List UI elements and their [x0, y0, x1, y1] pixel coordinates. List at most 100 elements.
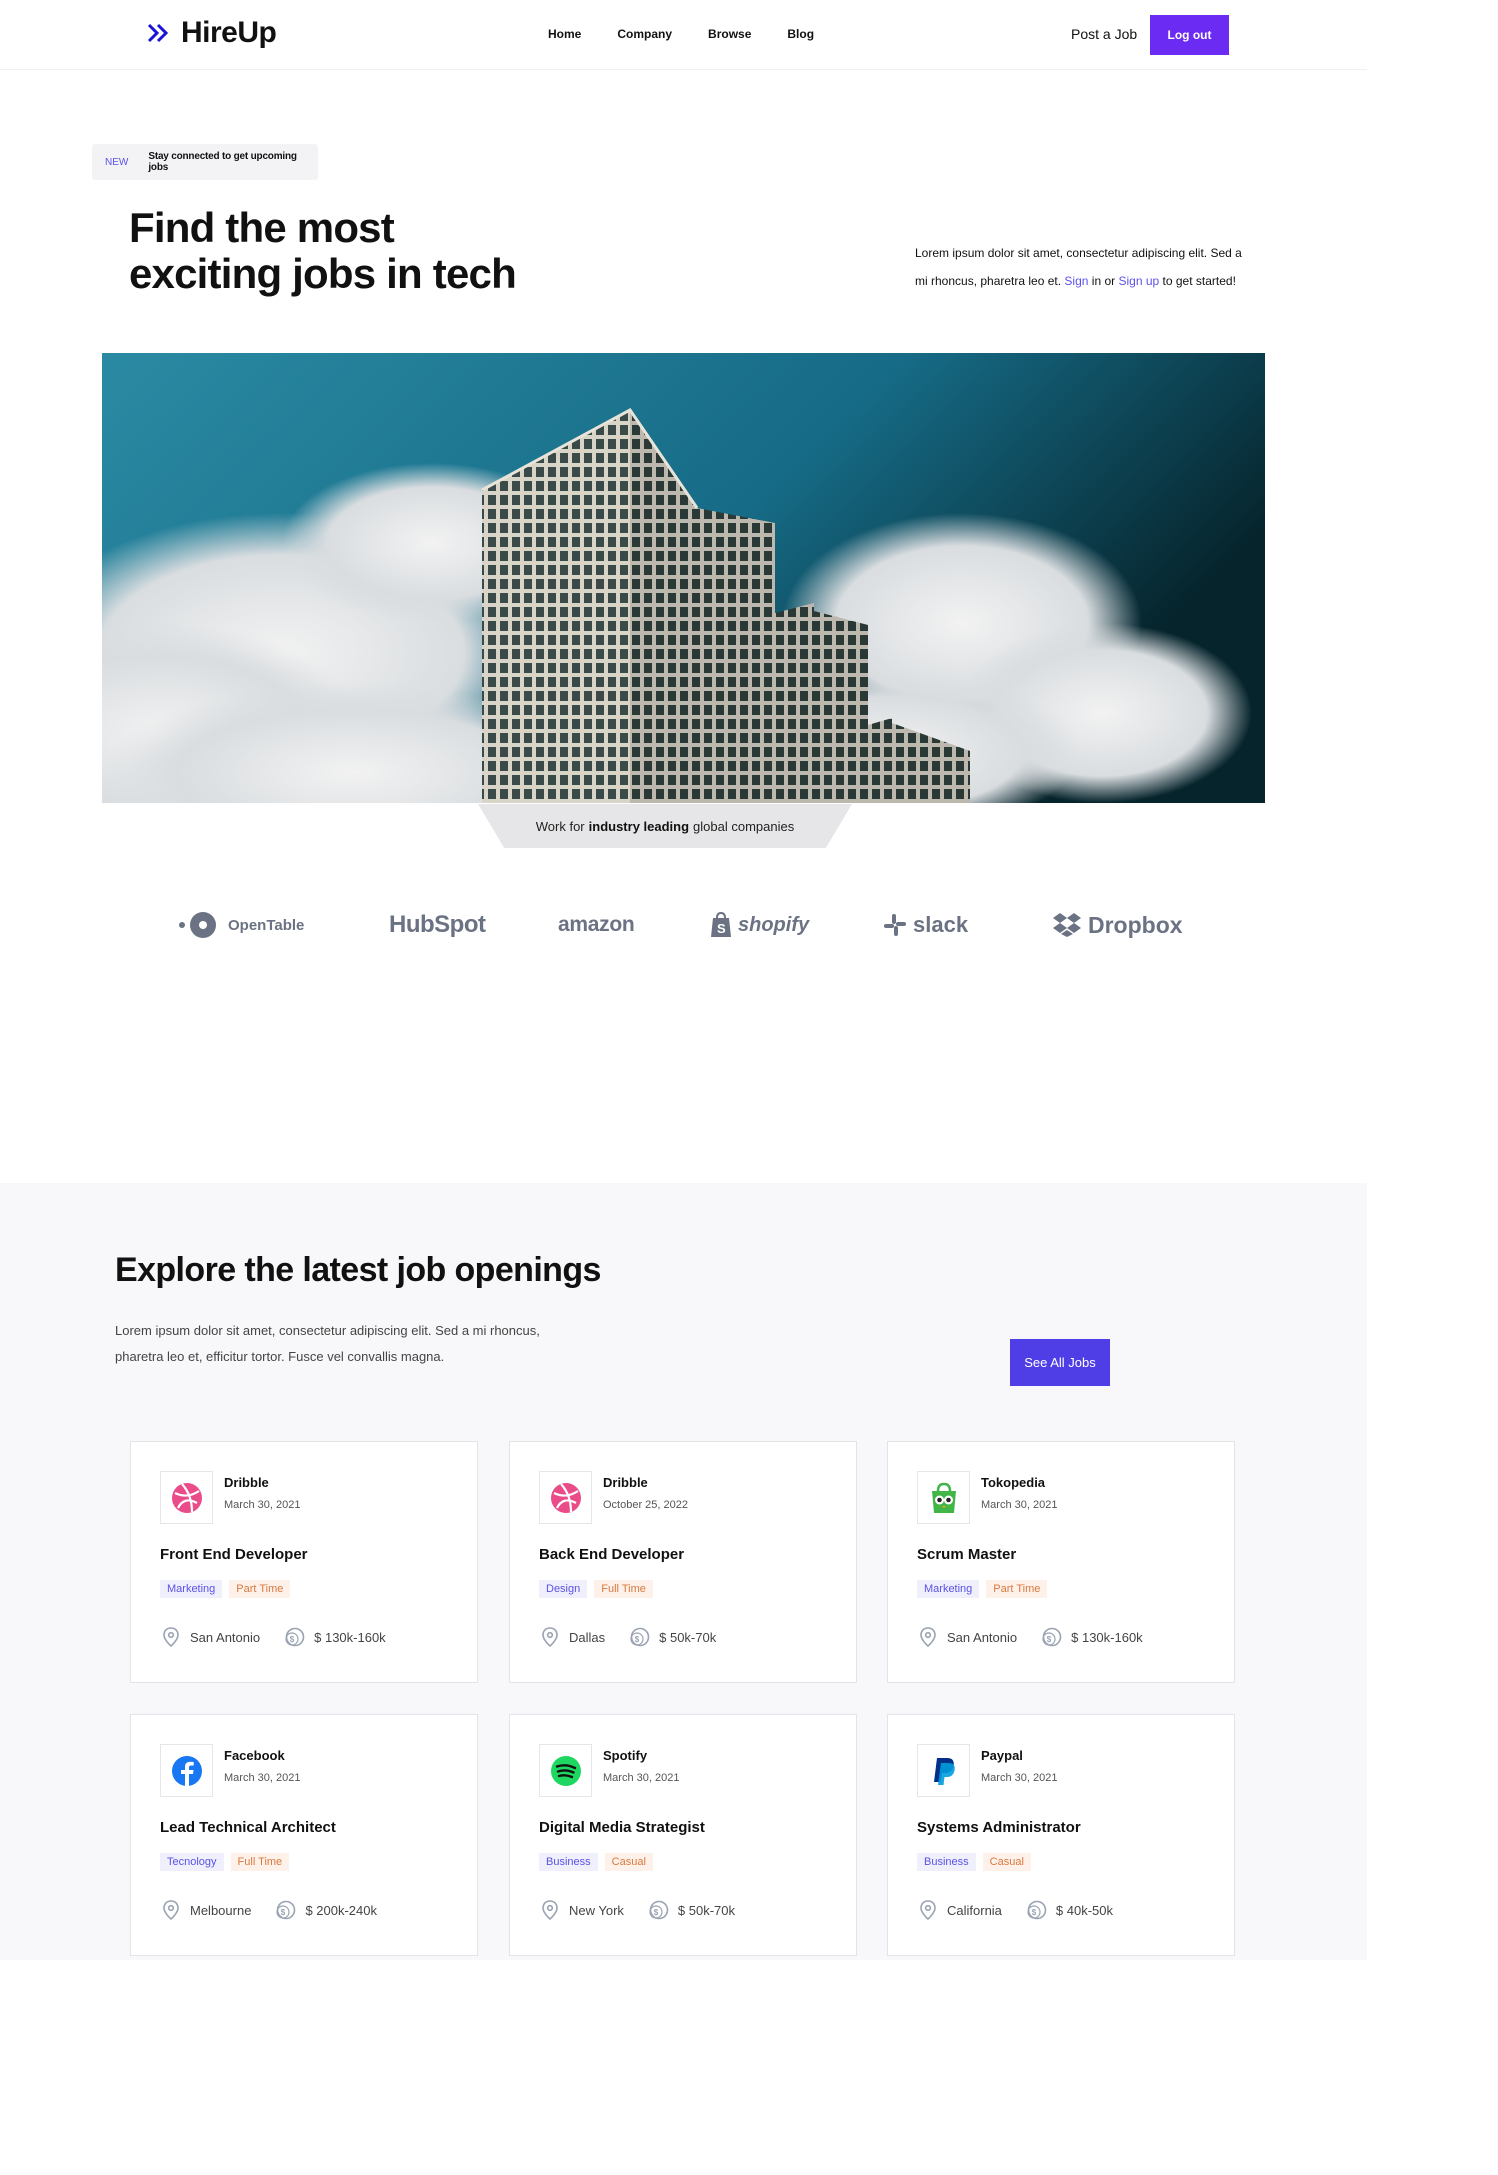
brand-hubspot: HubSpot [389, 905, 486, 945]
shopify-bag-icon: S [711, 912, 731, 937]
location-pin-icon [542, 1627, 558, 1648]
company-name: Facebook [224, 1748, 285, 1763]
ribbon-text-bold: industry leading [588, 818, 690, 834]
job-salary: $ 130k-160k [314, 1629, 386, 1645]
job-card[interactable]: Spotify March 30, 2021 Digital Media Str… [509, 1714, 857, 1956]
job-title: Lead Technical Architect [160, 1819, 336, 1836]
job-type-tag: Casual [604, 1853, 653, 1871]
posted-date: October 25, 2022 [603, 1499, 689, 1511]
category-tag: Marketing [917, 1580, 980, 1598]
job-salary: $ 200k-240k [305, 1902, 377, 1918]
jobs-description: Lorem ipsum dolor sit amet, consectetur … [115, 1323, 540, 1364]
jobs-title: Explore the latest job openings [115, 1251, 601, 1289]
job-card[interactable]: Paypal March 30, 2021 Systems Administra… [887, 1714, 1235, 1956]
job-salary: $ 130k-160k [1071, 1629, 1143, 1645]
job-location: San Antonio [947, 1629, 1018, 1645]
tokopedia-icon [931, 1482, 956, 1513]
brand-logo[interactable]: HireUp [147, 16, 277, 50]
brand-hubspot-label: HubSpot [389, 911, 486, 938]
posted-date: March 30, 2021 [224, 1772, 301, 1784]
svg-text:$: $ [290, 1635, 295, 1644]
nav-link-home[interactable]: Home [548, 27, 581, 41]
job-meta: California $ $ 40k-50k [917, 1899, 1113, 1921]
location-pin-icon [163, 1627, 179, 1648]
job-card[interactable]: Dribble March 30, 2021 Front End Develop… [130, 1441, 478, 1683]
svg-text:$: $ [281, 1908, 286, 1917]
job-meta: New York $ $ 50k-70k [539, 1899, 735, 1921]
job-location: Dallas [569, 1629, 606, 1645]
nav-link-company[interactable]: Company [617, 27, 672, 41]
ribbon-text-end: global companies [693, 818, 795, 834]
hero-description: Lorem ipsum dolor sit amet, consectetur … [915, 239, 1255, 295]
hero-title-line-2: exciting jobs in tech [129, 250, 517, 297]
location-pin-icon [920, 1900, 936, 1921]
job-location: Melbourne [190, 1902, 252, 1918]
job-tags: Design Full Time [539, 1580, 653, 1598]
company-logo [539, 1471, 592, 1524]
job-salary: $ 40k-50k [1055, 1902, 1114, 1918]
job-meta: Dallas $ $ 50k-70k [539, 1626, 716, 1648]
job-type-tag: Casual [982, 1853, 1031, 1871]
job-title: Digital Media Strategist [539, 1819, 705, 1836]
logout-button[interactable]: Log out [1150, 15, 1229, 55]
see-all-jobs-button[interactable]: See All Jobs [1010, 1339, 1110, 1386]
top-navbar: HireUp Home Company Browse Blog Post a J… [0, 0, 1367, 70]
company-logo [160, 1471, 213, 1524]
hero-skyscraper-image [102, 353, 1265, 803]
job-card[interactable]: Facebook March 30, 2021 Lead Technical A… [130, 1714, 478, 1956]
location-pin-icon [920, 1627, 936, 1648]
opentable-icon [179, 912, 216, 938]
brand-logos: OpenTable HubSpot amazon S shopify slack [160, 905, 1200, 945]
dropbox-icon [1053, 913, 1081, 937]
companies-ribbon: Work for industry leading global compani… [478, 804, 852, 848]
job-salary: $ 50k-70k [677, 1902, 736, 1918]
category-tag: Business [917, 1853, 976, 1871]
brand-opentable-label: OpenTable [228, 916, 305, 934]
salary-coin-icon: $ [630, 1627, 650, 1647]
job-tags: Business Casual [917, 1853, 1031, 1871]
ribbon-text-start: Work for [535, 818, 585, 834]
sign-up-link[interactable]: Sign up [1118, 274, 1159, 288]
company-logo [160, 1744, 213, 1797]
facebook-icon [171, 1755, 202, 1786]
salary-coin-icon: $ [649, 1900, 669, 1920]
job-title: Front End Developer [160, 1546, 308, 1563]
company-name: Tokopedia [981, 1475, 1046, 1490]
company-name: Spotify [603, 1748, 648, 1763]
company-name: Paypal [981, 1748, 1023, 1763]
location-pin-icon [542, 1900, 558, 1921]
company-logo [917, 1744, 970, 1797]
job-card[interactable]: Tokopedia March 30, 2021 Scrum Master Ma… [887, 1441, 1235, 1683]
badge-new-label: NEW [105, 156, 129, 168]
job-type-tag: Part Time [229, 1580, 291, 1598]
salary-coin-icon: $ [276, 1900, 296, 1920]
nav-links: Home Company Browse Blog [548, 27, 814, 41]
svg-text:$: $ [1047, 1635, 1052, 1644]
job-type-tag: Part Time [986, 1580, 1048, 1598]
job-location: New York [569, 1902, 624, 1918]
brand-dropbox: Dropbox [1052, 905, 1183, 945]
job-tags: Marketing Part Time [160, 1580, 291, 1598]
job-salary: $ 50k-70k [659, 1629, 717, 1645]
company-logo [917, 1471, 970, 1524]
slack-icon [884, 914, 906, 936]
job-location: California [947, 1902, 1002, 1918]
sign-in-link[interactable]: Sign [1064, 274, 1088, 288]
nav-link-browse[interactable]: Browse [708, 27, 751, 41]
job-meta: San Antonio $ $ 130k-160k [160, 1626, 386, 1648]
brand-amazon-label: amazon [558, 913, 635, 936]
company-logo [539, 1744, 592, 1797]
brand-slack: slack [883, 905, 968, 945]
post-job-link[interactable]: Post a Job [1071, 26, 1137, 42]
salary-coin-icon: $ [285, 1627, 305, 1647]
job-meta: San Antonio $ $ 130k-160k [917, 1626, 1143, 1648]
job-title: Back End Developer [539, 1546, 685, 1563]
category-tag: Business [539, 1853, 598, 1871]
job-tags: Business Casual [539, 1853, 653, 1871]
salary-coin-icon: $ [1027, 1900, 1047, 1920]
hero-title: Find the most exciting jobs in tech [129, 205, 589, 297]
job-card[interactable]: Dribble October 25, 2022 Back End Develo… [509, 1441, 857, 1683]
nav-link-blog[interactable]: Blog [787, 27, 814, 41]
announcement-badge[interactable]: NEW Stay connected to get upcoming jobs [92, 144, 318, 180]
brand-opentable: OpenTable [178, 905, 304, 945]
